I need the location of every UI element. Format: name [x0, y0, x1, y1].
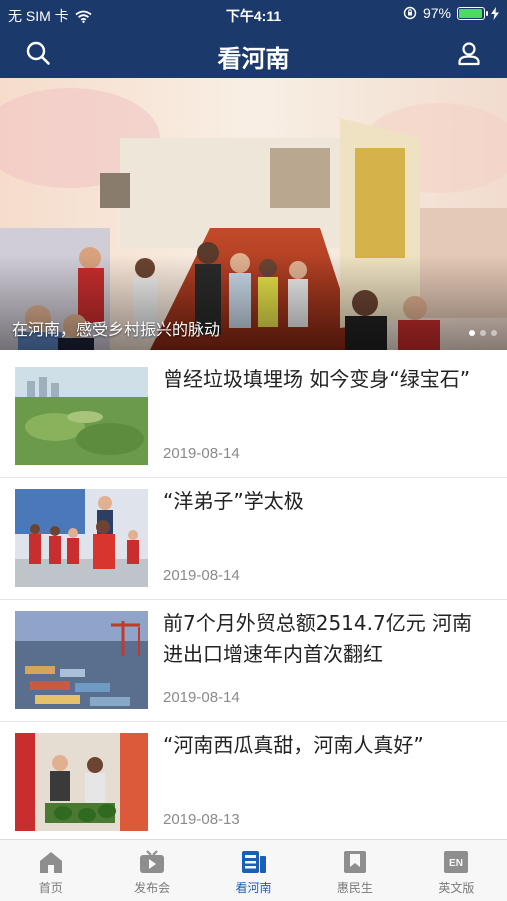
status-right: 97% [403, 5, 499, 21]
en-icon: EN [444, 851, 469, 873]
carousel-dot[interactable] [469, 330, 475, 336]
carousel-dots[interactable] [469, 330, 497, 336]
carousel-dot[interactable] [491, 330, 497, 336]
bookmark-icon [343, 851, 366, 873]
battery-icon [457, 6, 488, 20]
battery-percent: 97% [422, 5, 451, 21]
tab-label: 惠民生 [336, 881, 373, 895]
news-date: 2019-08-14 [163, 445, 240, 462]
news-title: “河南西瓜真甜，河南人真好” [163, 733, 424, 757]
tab-bar: 首页 发布会 看河南 惠民生 EN 英文版 [0, 839, 507, 901]
news-thumbnail [15, 489, 148, 587]
news-item[interactable]: “河南西瓜真甜，河南人真好” 2019-08-13 [0, 722, 507, 844]
tab-label: 首页 [38, 881, 63, 895]
tv-icon [140, 850, 165, 873]
news-title: 前7个月外贸总额2514.7亿元 河南进出口增速年内首次翻红 [163, 611, 473, 666]
tab-livelihood[interactable]: 惠民生 [304, 840, 405, 901]
article-icon [241, 851, 266, 873]
tab-kan-henan[interactable]: 看河南 [203, 840, 304, 901]
news-title: “洋弟子”学太极 [163, 489, 304, 513]
news-thumbnail [15, 733, 148, 831]
news-list: 曾经垃圾填埋场 如今变身“绿宝石” 2019-08-14 “洋弟子”学太极 20… [0, 356, 507, 844]
carousel-dot[interactable] [480, 330, 486, 336]
news-date: 2019-08-13 [163, 811, 240, 828]
news-item[interactable]: 曾经垃圾填埋场 如今变身“绿宝石” 2019-08-14 [0, 356, 507, 478]
news-thumbnail [15, 367, 148, 465]
tab-label: 看河南 [235, 881, 272, 895]
banner-carousel[interactable]: 在河南，感受乡村振兴的脉动 [0, 78, 507, 350]
svg-text:EN: EN [449, 858, 463, 869]
banner-caption: 在河南，感受乡村振兴的脉动 [12, 320, 221, 339]
charging-bolt-icon [491, 6, 499, 20]
banner-image [0, 78, 507, 350]
news-thumbnail [15, 611, 148, 709]
news-date: 2019-08-14 [163, 567, 240, 584]
news-item[interactable]: 前7个月外贸总额2514.7亿元 河南进出口增速年内首次翻红 2019-08-1… [0, 600, 507, 722]
page-title: 看河南 [217, 44, 290, 73]
home-icon [39, 852, 62, 873]
user-icon[interactable] [456, 40, 482, 66]
tab-press-conference[interactable]: 发布会 [101, 840, 202, 901]
battery-fill [459, 8, 483, 18]
orientation-lock-icon [403, 6, 417, 20]
tab-english[interactable]: EN 英文版 [406, 840, 507, 901]
news-date: 2019-08-14 [163, 689, 240, 706]
nav-bar: 看河南 [0, 28, 507, 78]
tab-home[interactable]: 首页 [0, 840, 101, 901]
status-bar: 无 SIM 卡 下午4:11 97% [0, 0, 507, 28]
tab-label: 发布会 [134, 881, 171, 895]
news-title: 曾经垃圾填埋场 如今变身“绿宝石” [163, 367, 471, 391]
news-item[interactable]: “洋弟子”学太极 2019-08-14 [0, 478, 507, 600]
tab-label: 英文版 [438, 881, 475, 895]
